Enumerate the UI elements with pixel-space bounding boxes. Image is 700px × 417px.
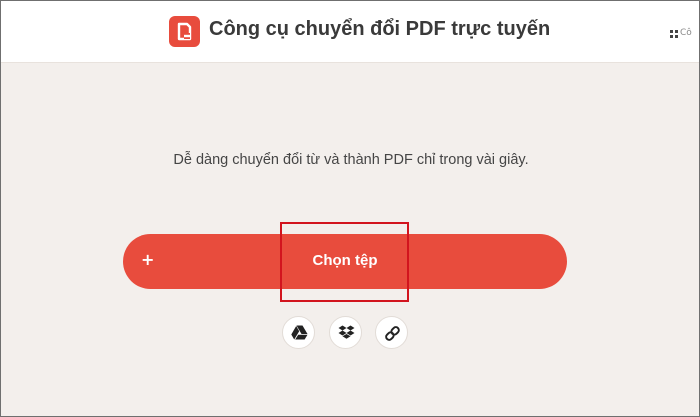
link-button[interactable]	[375, 316, 408, 349]
top-header: Công cụ chuyển đổi PDF trực tuyến Cô	[1, 1, 699, 63]
document-icon	[177, 22, 192, 41]
smallpdf-logo[interactable]	[169, 16, 200, 47]
page-subtitle: Dễ dàng chuyển đổi từ và thành PDF chỉ t…	[173, 152, 529, 168]
choose-file-button[interactable]: + Chọn tệp	[123, 234, 567, 289]
tools-menu-label[interactable]: Cô	[680, 28, 692, 38]
google-drive-icon	[291, 325, 308, 340]
google-drive-button[interactable]	[282, 316, 315, 349]
dropbox-icon	[338, 325, 355, 339]
apps-grid-icon[interactable]	[670, 30, 678, 38]
browser-viewport: Công cụ chuyển đổi PDF trực tuyến Cô Dễ …	[0, 0, 700, 417]
link-icon	[385, 326, 400, 341]
page-title: Công cụ chuyển đổi PDF trực tuyến	[209, 18, 551, 40]
choose-file-label: Chọn tệp	[312, 252, 378, 269]
dropbox-button[interactable]	[329, 316, 362, 349]
